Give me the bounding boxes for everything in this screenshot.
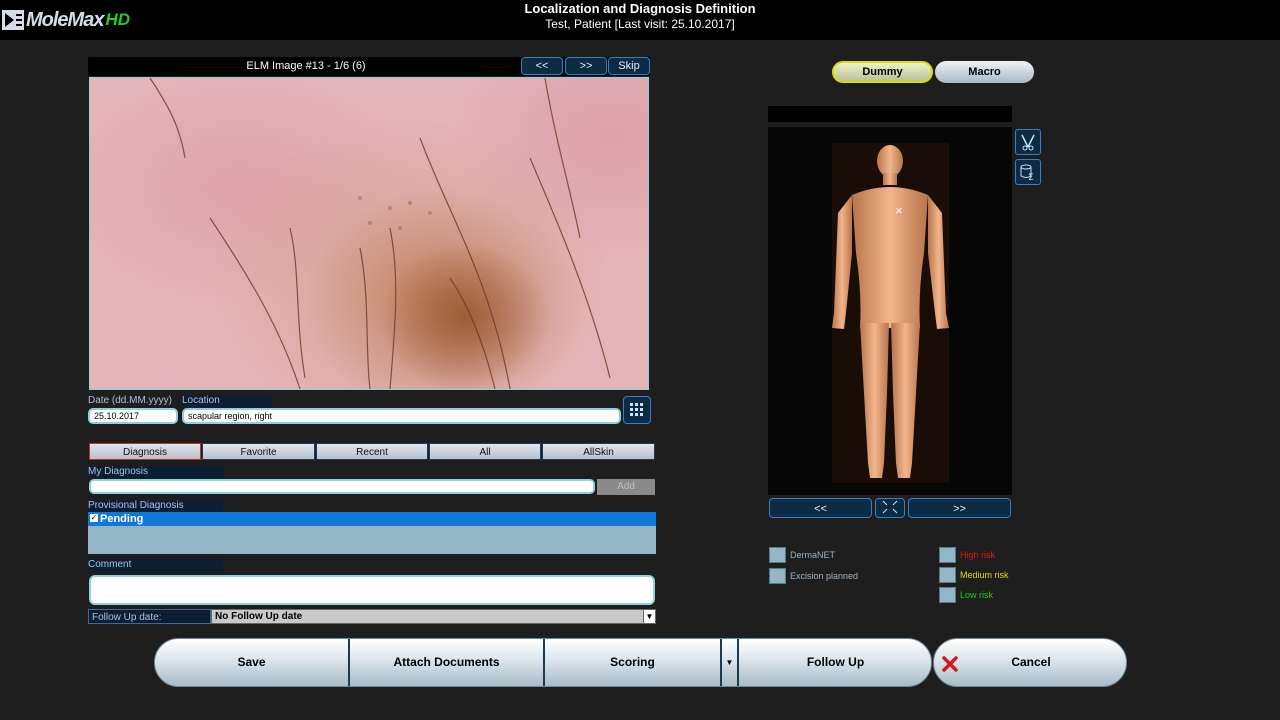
follow-up-date-select[interactable]: No Follow Up date xyxy=(211,609,656,624)
tab-recent[interactable]: Recent xyxy=(316,443,428,460)
tab-diagnosis[interactable]: Diagnosis xyxy=(89,443,201,460)
list-item-label: Pending xyxy=(100,513,144,525)
zoom-fit-icon xyxy=(882,500,898,514)
body-map-summary-button[interactable]: Σ xyxy=(1015,159,1041,185)
macro-view-button[interactable]: Macro xyxy=(935,61,1034,83)
svg-text:Σ: Σ xyxy=(1028,173,1034,181)
body-map-next-button[interactable]: >> xyxy=(908,498,1011,518)
high-risk-label: High risk xyxy=(960,550,996,560)
tab-favorite[interactable]: Favorite xyxy=(202,443,315,460)
body-map-reset-button[interactable] xyxy=(875,498,905,518)
provisional-diagnosis-label: Provisional Diagnosis xyxy=(88,500,223,512)
dermoscopy-image[interactable] xyxy=(89,77,649,390)
lesion-marker[interactable]: × xyxy=(895,203,903,218)
cancel-button[interactable]: Cancel xyxy=(933,638,1127,687)
tab-all[interactable]: All xyxy=(429,443,541,460)
date-label: Date (dd.MM.yyyy) xyxy=(88,395,172,406)
cancel-label: Cancel xyxy=(1011,655,1051,669)
scoring-dropdown-button[interactable]: ▼ xyxy=(722,639,737,686)
body-map-tool-button[interactable] xyxy=(1015,129,1041,155)
comment-field[interactable] xyxy=(89,575,655,605)
excision-planned-checkbox[interactable] xyxy=(769,568,786,584)
body-map-figure[interactable] xyxy=(832,143,949,483)
scissors-icon xyxy=(1021,134,1035,151)
low-risk-label: Low risk xyxy=(960,590,994,600)
add-diagnosis-button[interactable]: Add xyxy=(597,479,655,495)
low-risk-checkbox[interactable] xyxy=(939,587,956,603)
body-map-prev-button[interactable]: << xyxy=(769,498,872,518)
chevron-down-icon: ▼ xyxy=(725,658,734,667)
human-figure-back xyxy=(832,145,949,478)
dermanet-label: DermaNET xyxy=(790,550,836,560)
excision-planned-label: Excision planned xyxy=(790,571,859,581)
pending-checkbox[interactable]: ✓ xyxy=(90,514,98,522)
patient-subtitle: Test, Patient [Last visit: 25.10.2017] xyxy=(545,17,735,31)
date-field[interactable]: 25.10.2017 xyxy=(88,408,178,424)
follow-up-date-label: Follow Up date: xyxy=(88,609,211,624)
attach-documents-button[interactable]: Attach Documents xyxy=(350,639,543,686)
medium-risk-label: Medium risk xyxy=(960,570,1009,580)
action-bar: Save Attach Documents Scoring ▼ Follow U… xyxy=(154,638,932,687)
chevron-down-icon[interactable]: ▼ xyxy=(643,610,655,623)
comment-label: Comment xyxy=(88,559,223,571)
grid-picker-button[interactable] xyxy=(623,396,651,424)
sum-database-icon: Σ xyxy=(1020,164,1034,181)
save-button[interactable]: Save xyxy=(155,639,348,686)
body-map-header xyxy=(768,106,1012,122)
image-prev-button[interactable]: << xyxy=(521,57,563,75)
my-diagnosis-input[interactable] xyxy=(89,479,595,494)
my-diagnosis-label: My Diagnosis xyxy=(88,466,223,478)
location-label: Location xyxy=(182,395,272,407)
image-skip-button[interactable]: Skip xyxy=(608,57,650,75)
scoring-button[interactable]: Scoring xyxy=(545,639,720,686)
medium-risk-checkbox[interactable] xyxy=(939,567,956,583)
location-field[interactable]: scapular region, right xyxy=(182,408,621,424)
image-next-button[interactable]: >> xyxy=(565,57,607,75)
page-title: Localization and Diagnosis Definition xyxy=(524,1,756,16)
follow-up-button[interactable]: Follow Up xyxy=(739,639,931,686)
image-caption: ELM Image #13 - 1/6 (6) xyxy=(246,60,366,72)
grid-icon xyxy=(630,403,643,416)
tab-allskin[interactable]: AllSkin xyxy=(542,443,655,460)
high-risk-checkbox[interactable] xyxy=(939,547,956,563)
list-item[interactable]: Pending xyxy=(88,512,656,526)
hair-strands xyxy=(149,78,611,389)
dermanet-checkbox[interactable] xyxy=(769,547,786,563)
dummy-view-button[interactable]: Dummy xyxy=(832,61,933,83)
